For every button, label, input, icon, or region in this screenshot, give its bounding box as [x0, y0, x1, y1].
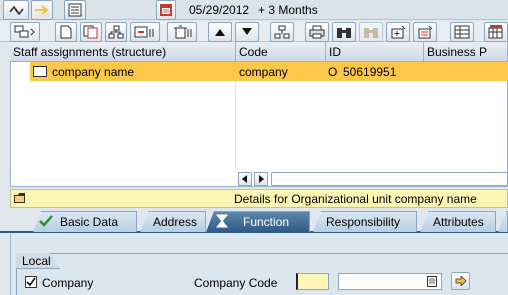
settings-button[interactable]: [484, 22, 508, 42]
trash-icon: [174, 25, 192, 39]
column-header-id[interactable]: ID: [326, 42, 424, 62]
select-structure-icon: [14, 25, 35, 38]
delimit-button[interactable]: [130, 22, 160, 42]
scroll-right-icon: [259, 175, 264, 183]
column-layout-icon: [454, 25, 470, 39]
column-header-business-partner[interactable]: Business P: [424, 42, 508, 62]
row-id: 50619951: [343, 65, 397, 79]
add-line-button[interactable]: [386, 22, 410, 42]
expand-tree-icon: [274, 25, 290, 39]
tab-attributes-label: Attributes: [433, 215, 484, 229]
printer-icon: [309, 25, 325, 39]
horizontal-scrollbar[interactable]: [271, 172, 508, 186]
company-code-input[interactable]: [296, 273, 329, 290]
folder-icon: [14, 193, 25, 203]
delete-button[interactable]: [167, 22, 197, 42]
tab-more[interactable]: [498, 211, 508, 232]
copy-icon: [83, 25, 98, 39]
scroll-left-button[interactable]: [238, 172, 252, 186]
move-down-button[interactable]: [235, 22, 259, 42]
company-code-label: Company Code: [194, 276, 278, 290]
edit-line-button[interactable]: [413, 22, 437, 42]
checkmark-icon: [39, 215, 53, 227]
triangle-down-icon: [242, 28, 252, 35]
tab-address[interactable]: Address: [140, 211, 206, 232]
row-code: company: [239, 65, 288, 79]
org-tree-icon: [108, 25, 124, 39]
delimit-icon: [134, 26, 154, 38]
navigate-button[interactable]: [451, 272, 470, 290]
period-label: + 3 Months: [258, 3, 318, 17]
forward-button[interactable]: [31, 0, 53, 20]
details-title: Details for Organizational unit company …: [234, 192, 477, 206]
row-id-type: O: [328, 65, 338, 79]
binoculars-icon: [337, 28, 351, 38]
layout-button[interactable]: [450, 22, 474, 42]
overview-list-button[interactable]: [64, 0, 86, 20]
swap-icon: [9, 5, 24, 16]
select-button[interactable]: [10, 22, 40, 42]
local-group-title: Local: [22, 254, 51, 268]
print-button[interactable]: [305, 22, 329, 42]
copy-button[interactable]: [80, 22, 102, 42]
tab-responsibility-label: Responsibility: [326, 215, 401, 229]
tab-function-label: Function: [243, 215, 290, 229]
calendar-button[interactable]: [156, 0, 176, 20]
company-checkbox-label: Company: [42, 276, 94, 290]
new-document-icon: [60, 25, 72, 39]
column-header-code[interactable]: Code: [236, 42, 326, 62]
arrow-right-icon: [455, 276, 467, 286]
find-button[interactable]: [332, 22, 356, 42]
hourglass-icon: [215, 214, 229, 228]
list-icon: [68, 3, 82, 17]
scroll-left-icon: [242, 175, 247, 183]
find-next-button[interactable]: [359, 22, 383, 42]
scroll-right-button[interactable]: [254, 172, 268, 186]
column-header-structure[interactable]: Staff assignments (structure): [10, 42, 236, 62]
create-button[interactable]: [55, 22, 77, 42]
move-up-button[interactable]: [208, 22, 232, 42]
key-date-value: 05/29/2012: [189, 3, 250, 17]
calendar-icon: [160, 4, 172, 16]
triangle-up-icon: [215, 29, 225, 36]
grid-settings-icon: [488, 25, 503, 39]
assign-button[interactable]: [105, 22, 127, 42]
add-node-icon: [391, 25, 406, 39]
org-unit-icon: [33, 66, 47, 77]
tab-attributes[interactable]: Attributes: [420, 211, 496, 232]
tab-responsibility[interactable]: Responsibility: [313, 211, 417, 232]
tab-basic-data-label: Basic Data: [60, 215, 119, 229]
expand-subtree-button[interactable]: [270, 22, 294, 42]
binoculars-next-icon: [364, 28, 378, 38]
checkbox-check-icon: [26, 277, 36, 287]
row-name[interactable]: company name: [52, 65, 134, 79]
edit-node-icon: [418, 25, 433, 39]
value-help-icon[interactable]: [427, 276, 437, 287]
tab-address-label: Address: [153, 215, 198, 229]
arrow-right-icon: [35, 5, 49, 15]
hierarchy-toggle-button[interactable]: [3, 0, 29, 20]
